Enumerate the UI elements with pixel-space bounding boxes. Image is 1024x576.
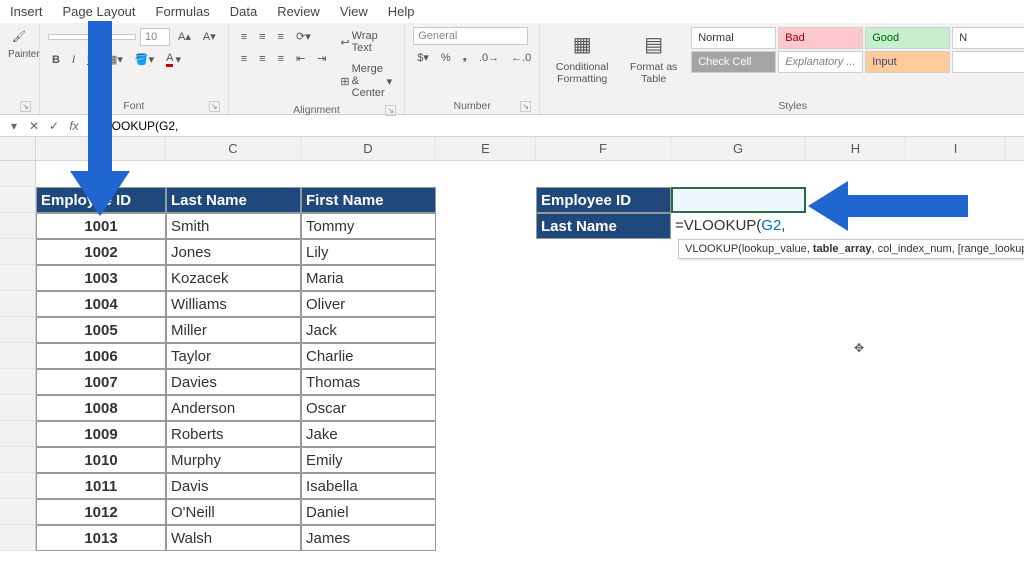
formula-cell[interactable]: =VLOOKUP(G2, [671, 213, 806, 239]
format-as-table-icon: ▤ [639, 29, 669, 59]
style-good[interactable]: Good [865, 27, 950, 49]
style-more[interactable] [952, 51, 1024, 73]
font-color-icon[interactable]: A▾ [162, 49, 185, 70]
cancel-formula-icon[interactable]: ✕ [24, 119, 44, 133]
style-bad[interactable]: Bad [778, 27, 863, 49]
table-header-id: Employee ID [36, 187, 166, 213]
underline-button[interactable]: U [83, 51, 99, 69]
bold-button[interactable]: B [48, 51, 64, 69]
align-top-icon[interactable]: ≡ [237, 28, 251, 46]
enter-formula-icon[interactable]: ✓ [44, 119, 64, 133]
alignment-launcher-icon[interactable]: ↘ [385, 105, 396, 116]
format-painter-label: Painter [8, 49, 40, 60]
align-middle-icon[interactable]: ≡ [255, 28, 269, 46]
table-header-first: First Name [301, 187, 436, 213]
increase-font-icon[interactable]: A▴ [174, 27, 195, 46]
col-header-C[interactable]: C [166, 137, 301, 160]
lookup-label-empid: Employee ID [536, 187, 671, 213]
name-box-dropdown-icon[interactable]: ▾ [4, 119, 24, 133]
cell-styles-gallery[interactable]: Normal Bad Good N Check Cell Explanatory… [691, 27, 1024, 73]
conditional-formatting-icon: ▦ [567, 29, 597, 59]
increase-decimal-icon[interactable]: .0→ [475, 49, 503, 67]
ribbon: 🖌 Painter ↘ 10 A▴ A▾ B I U ▦▾ 🪣▾ A▾ Font… [0, 23, 1024, 115]
font-size-select[interactable]: 10 [140, 28, 170, 46]
align-right-icon[interactable]: ≡ [274, 50, 288, 68]
decrease-font-icon[interactable]: A▾ [199, 27, 220, 46]
tab-review[interactable]: Review [277, 4, 320, 19]
tab-help[interactable]: Help [388, 4, 415, 19]
clipboard-launcher-icon[interactable]: ↘ [20, 101, 31, 112]
insert-function-icon[interactable]: fx [64, 119, 84, 133]
style-check-cell[interactable]: Check Cell [691, 51, 776, 73]
fill-color-icon[interactable]: 🪣▾ [131, 50, 158, 69]
tab-insert[interactable]: Insert [10, 4, 43, 19]
font-launcher-icon[interactable]: ↘ [209, 101, 220, 112]
col-header-B[interactable]: B [36, 137, 166, 160]
borders-icon[interactable]: ▦▾ [103, 50, 127, 69]
font-name-select[interactable] [48, 34, 136, 40]
percent-icon[interactable]: % [437, 49, 455, 67]
col-header-G[interactable]: G [671, 137, 806, 160]
tab-data[interactable]: Data [230, 4, 257, 19]
wrap-text-button[interactable]: ↩ Wrap Text [336, 27, 396, 57]
col-header-D[interactable]: D [301, 137, 436, 160]
orientation-icon[interactable]: ⟳▾ [292, 27, 315, 46]
row-header[interactable] [0, 161, 36, 187]
tab-formulas[interactable]: Formulas [156, 4, 210, 19]
number-format-select[interactable]: General [413, 27, 528, 45]
formula-bar: ▾ ✕ ✓ fx [0, 115, 1024, 137]
style-explanatory[interactable]: Explanatory ... [778, 51, 863, 73]
align-bottom-icon[interactable]: ≡ [274, 28, 288, 46]
decrease-indent-icon[interactable]: ⇤ [292, 49, 309, 68]
font-group-label: Font [123, 100, 144, 112]
alignment-group-label: Alignment [293, 104, 340, 116]
worksheet-grid[interactable]: B C D E F G H I Employee ID Last Name Fi… [0, 137, 1024, 551]
col-header-I[interactable]: I [906, 137, 1006, 160]
italic-button[interactable]: I [68, 51, 79, 69]
decrease-decimal-icon[interactable]: ←.0 [507, 49, 535, 67]
table-header-last: Last Name [166, 187, 301, 213]
comma-icon[interactable]: ❟ [459, 48, 471, 67]
col-header-F[interactable]: F [536, 137, 671, 160]
col-header-H[interactable]: H [806, 137, 906, 160]
col-header-E[interactable]: E [436, 137, 536, 160]
currency-icon[interactable]: $▾ [413, 48, 433, 67]
format-painter-icon[interactable]: 🖌 [8, 27, 30, 46]
conditional-formatting-button[interactable]: ▦ Conditional Formatting [548, 27, 616, 87]
tab-view[interactable]: View [340, 4, 368, 19]
number-group-label: Number [454, 100, 491, 112]
style-neutral[interactable]: N [952, 27, 1024, 49]
style-input[interactable]: Input [865, 51, 950, 73]
tab-page-layout[interactable]: Page Layout [63, 4, 136, 19]
function-tooltip: VLOOKUP(lookup_value, table_array, col_i… [678, 239, 1024, 259]
align-left-icon[interactable]: ≡ [237, 50, 251, 68]
formula-input[interactable] [84, 119, 1024, 133]
lookup-label-last: Last Name [536, 213, 671, 239]
align-center-icon[interactable]: ≡ [255, 50, 269, 68]
styles-group-label: Styles [778, 100, 807, 112]
style-normal[interactable]: Normal [691, 27, 776, 49]
ribbon-tabs: Insert Page Layout Formulas Data Review … [0, 0, 1024, 23]
move-cursor-icon: ✥ [854, 341, 864, 355]
number-launcher-icon[interactable]: ↘ [520, 101, 531, 112]
table-row[interactable]: 1001 [36, 213, 166, 239]
merge-center-button[interactable]: ⊞ Merge & Center ▾ [336, 60, 396, 102]
format-as-table-button[interactable]: ▤ Format as Table [622, 27, 685, 87]
increase-indent-icon[interactable]: ⇥ [313, 49, 330, 68]
